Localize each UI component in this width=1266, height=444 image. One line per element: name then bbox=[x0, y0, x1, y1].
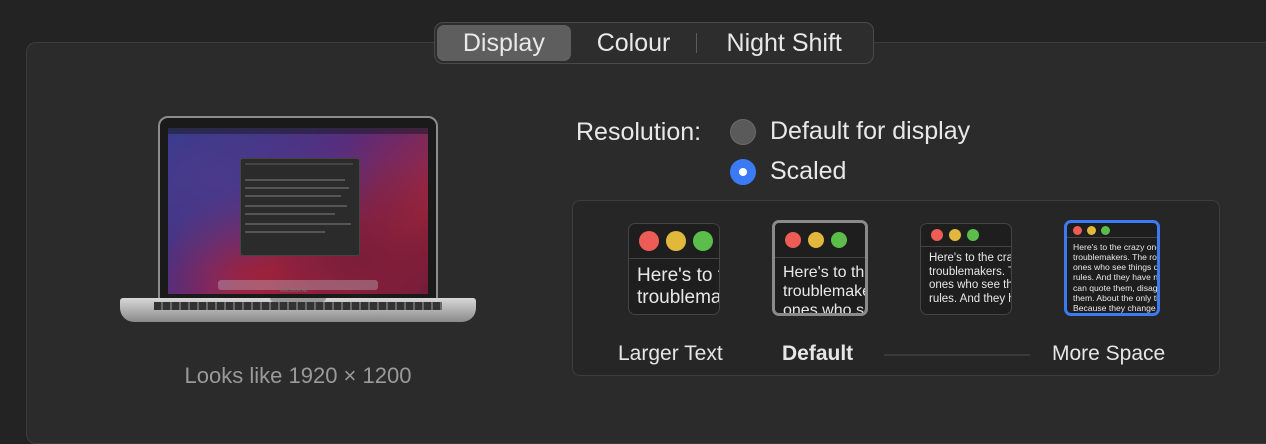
close-icon bbox=[931, 229, 943, 241]
scale-option-default[interactable]: Here's to the troublemakers. ones who se… bbox=[772, 220, 868, 316]
tab-night-shift[interactable]: Night Shift bbox=[697, 25, 871, 61]
radio-label: Default for display bbox=[770, 117, 971, 145]
zoom-icon bbox=[967, 229, 979, 241]
device-label: MacBook Air bbox=[280, 288, 309, 294]
resolution-label: Resolution: bbox=[576, 118, 702, 146]
scale-track bbox=[884, 354, 1030, 356]
laptop-lid bbox=[158, 116, 438, 300]
tab-display[interactable]: Display bbox=[437, 25, 571, 61]
close-icon bbox=[1073, 225, 1082, 235]
zoom-icon bbox=[831, 232, 847, 248]
radio-scaled[interactable]: Scaled bbox=[730, 157, 846, 186]
window-titlebar bbox=[1067, 223, 1157, 238]
window-titlebar bbox=[921, 224, 1011, 247]
sample-text: Here's to the crazy troublemakers. The o… bbox=[929, 252, 1011, 305]
radio-default-for-display[interactable]: Default for display bbox=[730, 117, 970, 146]
radio-button-selected[interactable] bbox=[730, 158, 756, 185]
radio-label: Scaled bbox=[770, 157, 847, 185]
scale-option-larger-text[interactable]: Here's to the troublemakers. bbox=[628, 223, 720, 315]
window-titlebar bbox=[629, 224, 719, 259]
label-more-space: More Space bbox=[1052, 342, 1166, 365]
preview-window bbox=[240, 158, 360, 256]
window-titlebar bbox=[775, 223, 865, 258]
scale-option-more-space-1[interactable]: Here's to the crazy troublemakers. The o… bbox=[920, 223, 1012, 315]
radio-button[interactable] bbox=[730, 118, 756, 145]
menu-bar-preview bbox=[168, 128, 428, 134]
tab-colour[interactable]: Colour bbox=[571, 25, 697, 61]
zoom-icon bbox=[693, 231, 713, 251]
tab-bar: Display Colour Night Shift bbox=[434, 22, 874, 64]
minimize-icon bbox=[808, 232, 824, 248]
sample-text: Here's to the troublemakers. bbox=[637, 265, 719, 309]
label-default: Default bbox=[782, 342, 854, 365]
sample-text: Here's to the crazy ones troublemakers. … bbox=[1073, 242, 1157, 313]
minimize-icon bbox=[666, 231, 686, 251]
label-larger-text: Larger Text bbox=[618, 342, 723, 365]
scale-option-more-space[interactable]: Here's to the crazy ones troublemakers. … bbox=[1064, 220, 1160, 316]
display-preview-laptop: MacBook Air bbox=[120, 116, 476, 326]
laptop-keyboard bbox=[154, 302, 442, 310]
laptop-screen bbox=[168, 128, 428, 294]
minimize-icon bbox=[1087, 225, 1096, 235]
zoom-icon bbox=[1101, 225, 1110, 235]
close-icon bbox=[639, 231, 659, 251]
sample-text: Here's to the troublemakers. ones who se… bbox=[783, 264, 865, 316]
looks-like-resolution: Looks like 1920 × 1200 bbox=[184, 363, 412, 388]
minimize-icon bbox=[949, 229, 961, 241]
close-icon bbox=[785, 232, 801, 248]
laptop-notch bbox=[270, 298, 326, 302]
